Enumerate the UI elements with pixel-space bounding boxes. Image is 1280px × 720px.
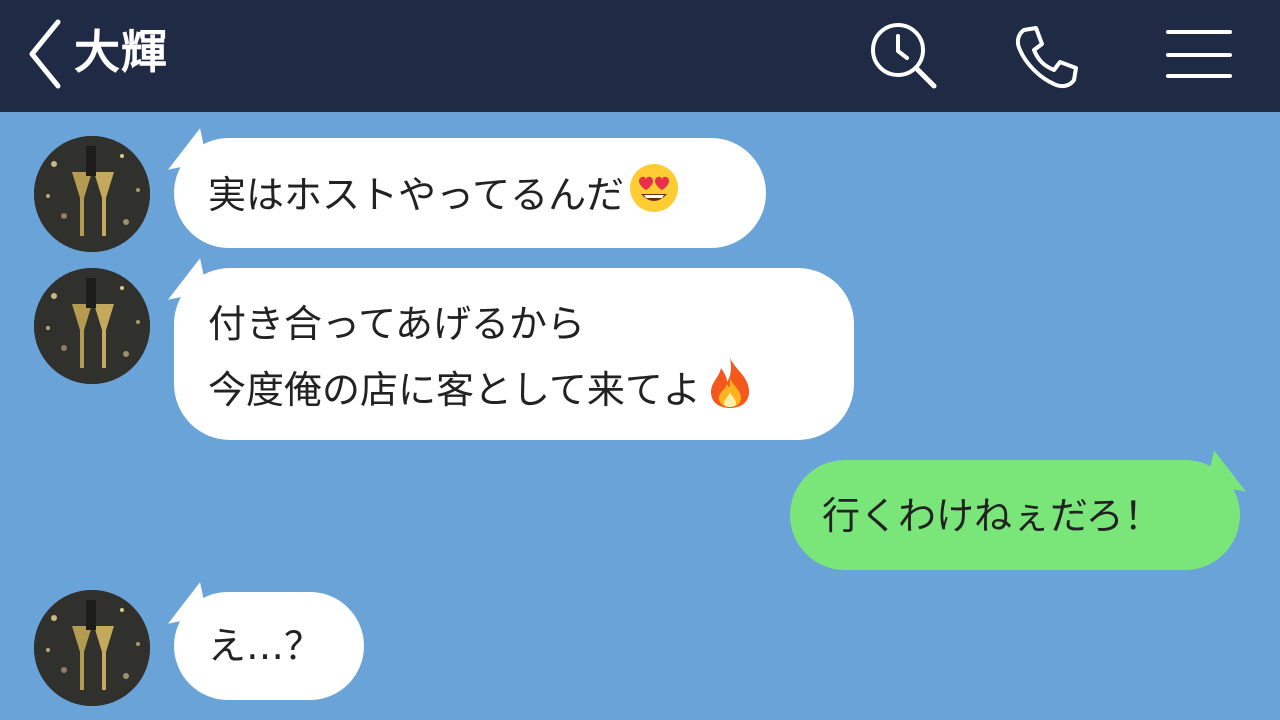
contact-avatar[interactable] xyxy=(34,268,150,384)
avatar-photo-icon xyxy=(34,590,150,706)
message-text: 行くわけねぇだろ！ xyxy=(822,494,1162,538)
chat-header: 大輝 xyxy=(0,0,1280,112)
menu-button[interactable] xyxy=(1160,20,1234,94)
message-bubble[interactable]: え…？ xyxy=(174,592,364,700)
message-text: 実はホストやってるんだ xyxy=(208,173,625,217)
hamburger-menu-icon xyxy=(1166,30,1232,78)
chat-title: 大輝 xyxy=(74,25,168,79)
back-button[interactable] xyxy=(24,16,68,92)
contact-avatar[interactable] xyxy=(34,590,150,706)
chevron-left-icon xyxy=(29,19,61,89)
chat-screen: 大輝 実はホストやってるんだ 付き合ってあげるから 今度俺の店に客として来てよ … xyxy=(0,0,1280,720)
phone-icon xyxy=(1015,26,1078,89)
search-history-icon xyxy=(871,23,937,89)
message-text: 今度俺の店に客として来てよ xyxy=(208,368,701,412)
my-message-bubble[interactable]: 行くわけねぇだろ！ xyxy=(790,460,1240,570)
call-button[interactable] xyxy=(1010,20,1084,94)
message-bubble[interactable]: 付き合ってあげるから 今度俺の店に客として来てよ xyxy=(174,268,854,440)
search-history-button[interactable] xyxy=(866,20,940,94)
heart-eyes-emoji xyxy=(628,162,680,233)
message-text: 付き合ってあげるから xyxy=(208,302,585,346)
avatar-photo-icon xyxy=(34,268,150,384)
contact-avatar[interactable] xyxy=(34,136,150,252)
message-text: え…？ xyxy=(208,624,323,668)
avatar-photo-icon xyxy=(34,136,150,252)
message-bubble[interactable]: 実はホストやってるんだ xyxy=(174,138,766,248)
fire-emoji xyxy=(705,356,755,429)
